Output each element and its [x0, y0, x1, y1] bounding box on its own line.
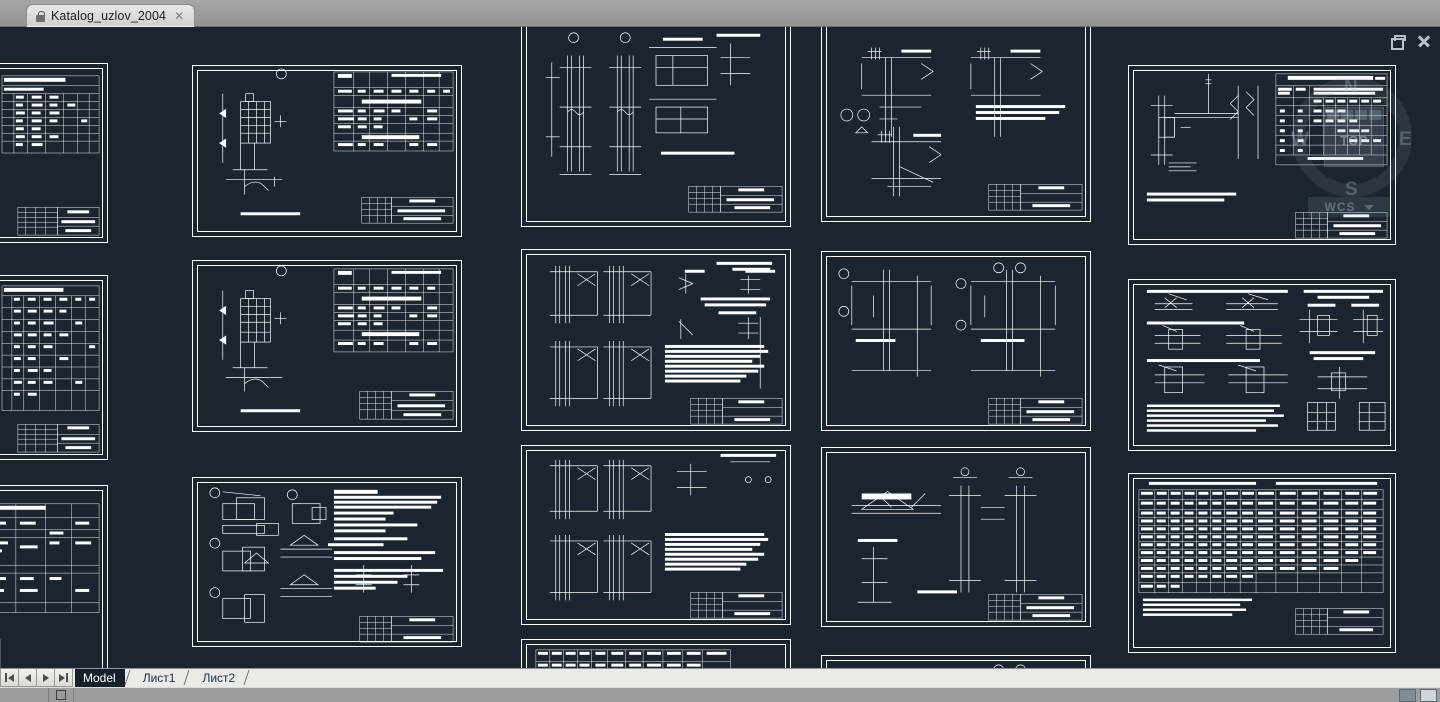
close-icon[interactable]: ✕ [172, 10, 184, 22]
sheet-border [0, 280, 103, 455]
sheet-r3c3[interactable] [521, 445, 791, 625]
layout-tab-bar[interactable]: Model Лист1 Лист2 [0, 668, 1440, 687]
sheet-border [526, 254, 786, 426]
lock-icon [36, 10, 45, 22]
document-tab[interactable]: Katalog_uzlov_2004 ✕ [26, 4, 196, 27]
layout-tab-list2[interactable]: Лист2 [194, 669, 244, 687]
document-tab-label: Katalog_uzlov_2004 [51, 9, 167, 23]
sheet-border [526, 644, 786, 668]
sheet-border [826, 660, 1086, 668]
sheet-border [1133, 284, 1391, 446]
model-space-canvas[interactable]: N E S W TOP WCS [0, 27, 1440, 668]
sheet-r3c1[interactable] [0, 485, 108, 668]
model-space-icon[interactable] [49, 688, 74, 702]
display-settings-icon[interactable] [1399, 688, 1416, 702]
sheet-border [197, 70, 457, 232]
previous-layout-icon[interactable] [19, 669, 37, 687]
layout-tab-filler [254, 669, 1440, 687]
sheet-r1c2[interactable] [192, 65, 462, 237]
cad-application-window: Katalog_uzlov_2004 ✕ N E S W TOP WCS Mod… [0, 0, 1440, 702]
sheet-border [0, 490, 103, 668]
sheet-r2c3[interactable] [521, 249, 791, 431]
layout-tabs: Model Лист1 Лист2 [75, 669, 254, 687]
sheet-border [197, 482, 457, 642]
sheet-border [526, 450, 786, 620]
title-bar: Katalog_uzlov_2004 ✕ [0, 0, 1440, 27]
sheet-border [826, 452, 1086, 622]
sheet-r3c2[interactable] [192, 477, 462, 647]
sheet-r1c1[interactable] [0, 63, 108, 243]
sheet-r3c4[interactable] [821, 447, 1091, 627]
last-layout-icon[interactable] [55, 669, 73, 687]
first-layout-icon[interactable] [0, 669, 19, 687]
sheet-r2c5[interactable] [1128, 279, 1396, 451]
tab-separator [244, 669, 254, 687]
layout-tab-list1[interactable]: Лист1 [135, 669, 185, 687]
sheet-border [0, 68, 103, 238]
sheet-r4c3[interactable] [521, 639, 791, 668]
sheet-r4c4[interactable] [821, 655, 1091, 668]
status-bar [0, 687, 1440, 702]
sheet-r2c4[interactable] [821, 251, 1091, 431]
sheet-r2c1[interactable] [0, 275, 108, 460]
restore-icon[interactable] [1388, 33, 1406, 50]
sheet-r1c3[interactable] [521, 27, 791, 227]
sheet-border [526, 27, 786, 222]
sheet-r2c2[interactable] [192, 260, 462, 432]
sheet-r1c4[interactable] [821, 27, 1091, 222]
sheet-r1c5[interactable] [1128, 65, 1396, 245]
status-bar-left-segment [0, 688, 49, 702]
tab-separator [184, 669, 194, 687]
close-icon[interactable] [1416, 33, 1432, 49]
layout-tab-model[interactable]: Model [75, 669, 125, 687]
drawing-canvas-area[interactable]: N E S W TOP WCS [0, 27, 1440, 668]
drawing-window-controls [1388, 33, 1432, 50]
status-bar-right-icons [1379, 688, 1440, 702]
layout-tab-label: Model [83, 671, 116, 685]
compass-east-label[interactable]: E [1399, 129, 1412, 151]
sheet-border [826, 27, 1086, 217]
sheet-r3c5[interactable] [1128, 473, 1396, 653]
hardware-accel-icon[interactable] [1420, 688, 1437, 702]
sheet-border [826, 256, 1086, 426]
sheet-border [1133, 478, 1391, 648]
tab-separator [125, 669, 135, 687]
layout-tab-label: Лист2 [202, 671, 236, 685]
layout-nav-buttons [0, 669, 73, 687]
layout-tab-label: Лист1 [142, 671, 176, 685]
sheet-border [1133, 70, 1391, 240]
sheet-border [197, 265, 457, 427]
next-layout-icon[interactable] [37, 669, 55, 687]
